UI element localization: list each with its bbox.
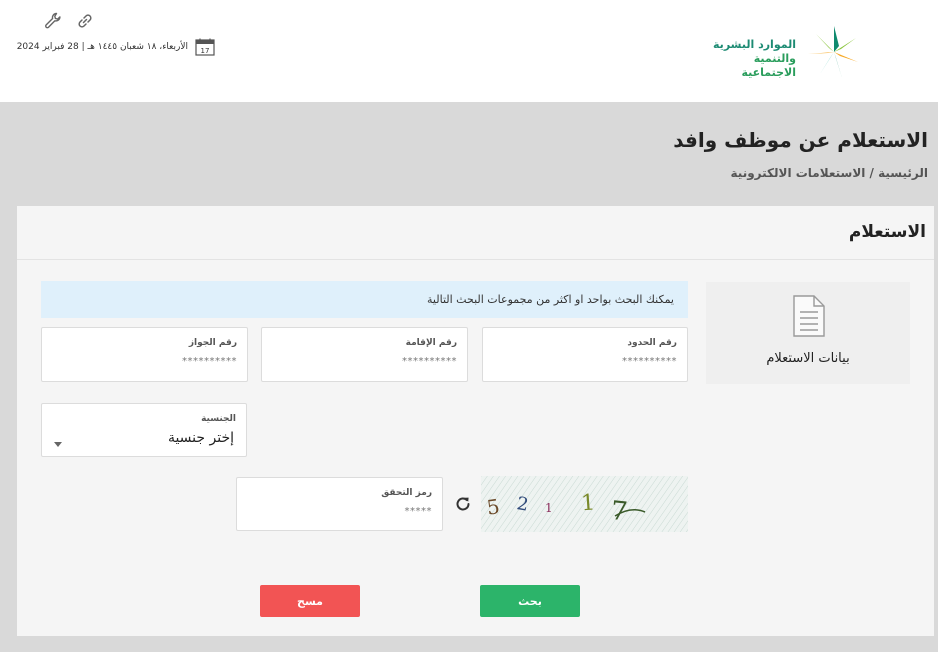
- card-header: الاستعلام: [17, 206, 934, 260]
- captcha-char: 1: [545, 501, 553, 515]
- captcha-field[interactable]: رمز التحقق *****: [236, 477, 443, 531]
- logo-line-2: والتنمية الاجتماعية: [741, 52, 796, 79]
- caret-down-icon[interactable]: [54, 433, 62, 447]
- ministry-logo[interactable]: الموارد البشرية والتنمية الاجتماعية: [696, 24, 868, 80]
- document-icon: [792, 295, 826, 337]
- clear-button[interactable]: مسح: [260, 585, 360, 617]
- captcha-char: 1: [580, 490, 596, 516]
- iqama-number-label: رقم الإقامة: [405, 338, 457, 348]
- calendar-icon: 17: [195, 38, 215, 56]
- nationality-label: الجنسية: [201, 414, 236, 424]
- svg-text:17: 17: [201, 47, 210, 55]
- search-button[interactable]: بحث: [480, 585, 580, 617]
- iqama-number-input[interactable]: **********: [402, 356, 457, 367]
- date-display: الأربعاء، ١٨ شعبان ١٤٤٥ هـ | 28 فبراير 2…: [16, 38, 216, 58]
- info-alert: يمكنك البحث بواحد او اكثر من مجموعات الب…: [41, 281, 688, 318]
- captcha-char: 7: [609, 496, 629, 528]
- inquiry-card: الاستعلام بيانات الاستعلام يمكنك البحث ب…: [17, 206, 934, 636]
- nationality-selected-value[interactable]: إختر جنسية: [168, 430, 234, 446]
- captcha-image: 5 2 1 1 7: [481, 476, 688, 532]
- info-text: يمكنك البحث بواحد او اكثر من مجموعات الب…: [427, 293, 674, 306]
- captcha-label: رمز التحقق: [381, 488, 432, 498]
- logo-star-icon: [800, 24, 868, 80]
- logo-line-1: الموارد البشرية: [713, 38, 796, 51]
- iqama-number-field[interactable]: رقم الإقامة **********: [261, 327, 468, 382]
- refresh-icon[interactable]: [454, 495, 472, 513]
- breadcrumb[interactable]: الرئيسية / الاستعلامات الالكترونية: [731, 166, 928, 180]
- passport-number-label: رقم الجواز: [188, 338, 237, 348]
- nationality-select[interactable]: الجنسية إختر جنسية: [41, 403, 247, 457]
- date-text: الأربعاء، ١٨ شعبان ١٤٤٥ هـ | 28 فبراير 2…: [16, 42, 188, 52]
- page-title: الاستعلام عن موظف وافد: [673, 128, 928, 152]
- inquiry-data-label: بيانات الاستعلام: [766, 351, 850, 366]
- card-title: الاستعلام: [848, 222, 926, 242]
- border-number-input[interactable]: **********: [622, 356, 677, 367]
- inquiry-data-panel[interactable]: بيانات الاستعلام: [706, 282, 910, 384]
- border-number-field[interactable]: رقم الحدود **********: [482, 327, 688, 382]
- border-number-label: رقم الحدود: [627, 338, 677, 348]
- link-icon[interactable]: [76, 12, 94, 30]
- captcha-input[interactable]: *****: [405, 506, 433, 517]
- wrench-icon[interactable]: [44, 12, 62, 30]
- passport-number-input[interactable]: **********: [182, 356, 237, 367]
- site-header: الأربعاء، ١٨ شعبان ١٤٤٥ هـ | 28 فبراير 2…: [0, 0, 938, 102]
- logo-text: الموارد البشرية والتنمية الاجتماعية: [696, 38, 796, 80]
- passport-number-field[interactable]: رقم الجواز **********: [41, 327, 248, 382]
